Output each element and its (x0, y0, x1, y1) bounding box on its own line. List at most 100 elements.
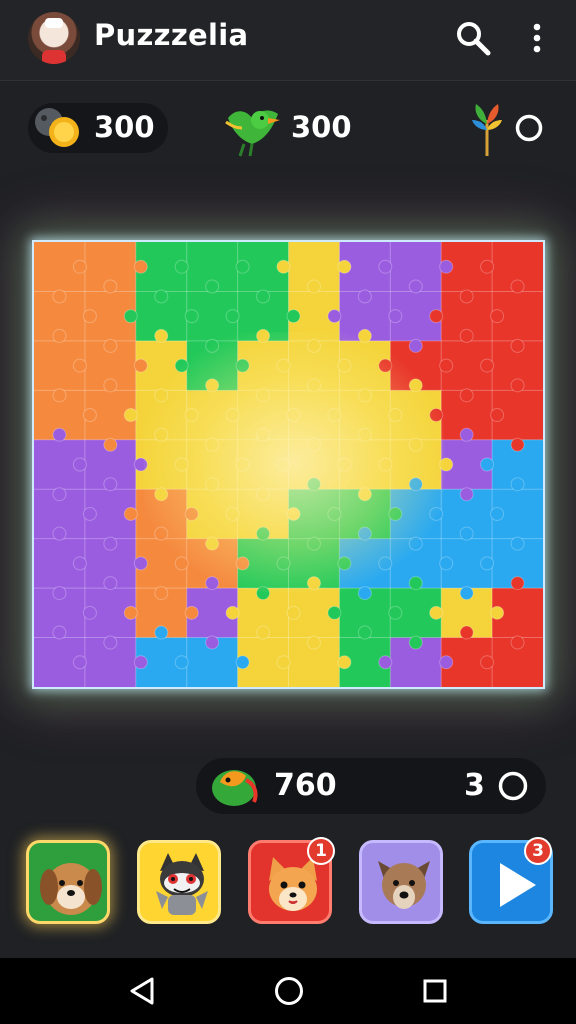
piece-knob (408, 279, 423, 294)
piece-knob (327, 309, 342, 324)
piece-knob (133, 556, 148, 571)
piece-knob (154, 427, 169, 442)
piece-knob (337, 655, 352, 670)
piece-knob (408, 576, 423, 591)
piece-knob (510, 279, 525, 294)
piece-knob (72, 556, 87, 571)
piece-knob (256, 625, 271, 640)
piece-knob (337, 358, 352, 373)
piece-knob (408, 378, 423, 393)
piece-knob (225, 605, 240, 620)
piece-knob (337, 556, 352, 571)
piece-knob (388, 605, 403, 620)
tile-brown-dog[interactable] (359, 840, 443, 924)
piece-knob (154, 625, 169, 640)
piece-knob (276, 457, 291, 472)
piece-knob (174, 457, 189, 472)
piece-knob (459, 427, 474, 442)
piece-knob (133, 457, 148, 472)
piece-knob (510, 477, 525, 492)
piece-knob (52, 625, 67, 640)
green-bird-icon (225, 110, 280, 157)
piece-knob (133, 655, 148, 670)
piece-knob (429, 408, 444, 423)
tile-shaggy-dog[interactable] (26, 840, 110, 924)
piece-knob (459, 487, 474, 502)
coin-icon (35, 108, 79, 147)
piece-knob (103, 536, 118, 551)
tile-play[interactable]: 3 (469, 837, 553, 924)
piece-knob (388, 506, 403, 521)
avatar-cap (45, 18, 63, 28)
recent-apps-icon[interactable] (422, 978, 448, 1004)
piece-knob (205, 477, 220, 492)
piece-knob (480, 259, 495, 274)
piece-knob (52, 289, 67, 304)
piece-knob (184, 605, 199, 620)
fox-badge: 1 (307, 837, 335, 865)
bird-value: 300 (291, 110, 352, 144)
piece-knob (337, 259, 352, 274)
piece-knob (480, 358, 495, 373)
piece-knob (357, 427, 372, 442)
piece-knob (408, 437, 423, 452)
piece-knob (276, 556, 291, 571)
search-icon[interactable] (455, 20, 491, 56)
home-icon[interactable] (273, 975, 305, 1007)
ring-icon (515, 114, 543, 142)
piece-knob (327, 506, 342, 521)
piece-knob (52, 586, 67, 601)
piece-knob (256, 586, 271, 601)
piece-knob (286, 605, 301, 620)
piece-knob (256, 427, 271, 442)
play-badge: 3 (524, 837, 552, 865)
piece-knob (52, 487, 67, 502)
piece-knob (72, 358, 87, 373)
piece-knob (408, 338, 423, 353)
avatar[interactable] (28, 12, 80, 64)
piece-knob (256, 328, 271, 343)
piece-knob (184, 506, 199, 521)
tile-fox[interactable]: 1 (248, 837, 335, 924)
piece-knob (337, 457, 352, 472)
piece-knob (306, 536, 321, 551)
puzzle-board[interactable] (32, 240, 545, 689)
piece-knob (205, 437, 220, 452)
piece-knob (459, 388, 474, 403)
piece-knob (276, 358, 291, 373)
piece-knob (205, 635, 220, 650)
piece-knob (154, 586, 169, 601)
score-bird-icon (212, 770, 258, 806)
more-vert-icon[interactable] (525, 22, 549, 54)
piece-knob (388, 408, 403, 423)
piece-knob (82, 605, 97, 620)
piece-knob (174, 358, 189, 373)
piece-knob (205, 378, 220, 393)
piece-knob (276, 259, 291, 274)
piece-knob (82, 309, 97, 324)
piece-knob (439, 259, 454, 274)
piece-knob (256, 388, 271, 403)
piece-knob (205, 576, 220, 591)
piece-knob (205, 279, 220, 294)
piece-knob (306, 378, 321, 393)
piece-knob (439, 358, 454, 373)
piece-knob (154, 289, 169, 304)
piece-knob (205, 536, 220, 551)
puzzle-grid[interactable] (34, 242, 543, 687)
piece-knob (52, 328, 67, 343)
piece-knob (256, 487, 271, 502)
piece-knob (154, 328, 169, 343)
shaggy-dog-icon (40, 863, 102, 915)
piece-knob (225, 309, 240, 324)
piece-knob (510, 635, 525, 650)
piece-knob (256, 526, 271, 541)
piece-knob (306, 338, 321, 353)
back-icon[interactable] (128, 976, 156, 1006)
piece-knob (378, 655, 393, 670)
piece-knob (408, 536, 423, 551)
piece-knob (235, 556, 250, 571)
piece-knob (510, 437, 525, 452)
piece-knob (52, 526, 67, 541)
tile-raccoon-cat[interactable] (137, 840, 221, 924)
